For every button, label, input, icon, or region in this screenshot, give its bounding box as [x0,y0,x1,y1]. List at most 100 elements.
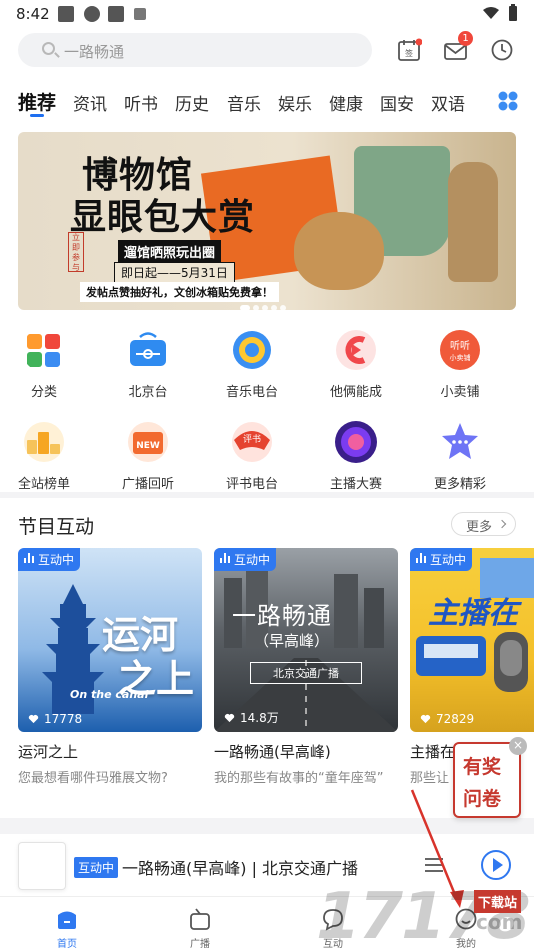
banner-figurine [448,162,498,282]
survey-close-button[interactable]: × [509,737,527,755]
home-icon [58,911,76,929]
player-live-tag: 互动中 [74,857,119,878]
promo-banner[interactable]: 博物馆 显眼包大赏 立即参与 遛馆晒照玩出圈 即日起——5月31日 发帖点赞抽好… [18,132,516,310]
card-art-line2: （早高峰） [254,632,330,650]
tab-music[interactable]: 音乐 [227,90,261,115]
like-count: 14.8万 [224,709,279,726]
program-card-host[interactable]: 主播在 互动中 72829 [410,548,534,732]
grid-item-host-contest[interactable]: 主播大赛 [304,420,408,500]
like-count: 17778 [28,712,82,726]
section-divider [0,492,534,498]
heart-icon [224,714,235,723]
watermark-domain: com [476,910,523,934]
app-notification-icon [108,6,124,22]
heart-icon [420,715,431,724]
pagination-dot [262,305,268,310]
more-button[interactable]: 更多 [451,512,516,536]
grid-item-label: 更多精彩 [433,477,486,492]
section-title: 节目互动 [18,516,95,538]
history-clock-icon[interactable] [489,38,515,62]
tab-recommend[interactable]: 推荐 [18,88,56,115]
card-title[interactable]: 运河之上 [18,741,78,762]
like-count-value: 14.8万 [240,711,279,725]
live-bars-icon [416,553,426,563]
grid-item-music-radio[interactable]: 音乐电台 [200,328,304,408]
channel-menu-icon[interactable] [497,90,519,112]
survey-label-line1: 有奖 [463,756,502,778]
svg-text:NEW: NEW [136,441,160,451]
like-count-value: 17778 [44,712,83,726]
card-art-caption: On the canal [70,688,149,701]
music-radio-icon [233,331,271,369]
grid-item-label: 评书电台 [225,477,278,492]
card-title[interactable]: 主播在 [410,741,455,762]
banner-pottery [294,212,384,290]
pagination-dot [280,305,286,310]
live-bars-icon [24,553,34,563]
tab-bilingual[interactable]: 双语 [431,90,465,115]
search-bar[interactable]: 一路畅通 [18,33,372,67]
more-button-label: 更多 [466,520,493,535]
message-count-badge: 1 [458,31,473,46]
card-art-line1: 一路畅通 [232,602,332,630]
grid-item-more[interactable]: 更多精彩 [408,420,512,500]
grid-item-label: 全站榜单 [17,477,70,492]
tab-entertainment[interactable]: 娱乐 [278,90,312,115]
banner-stamp: 立即参与 [68,232,84,272]
grid-item-label: 主播大赛 [329,477,382,492]
chevron-right-icon [497,519,507,529]
tab-history[interactable]: 历史 [175,90,209,115]
grid-item-couple-show[interactable]: 他俩能成 [304,328,408,408]
sign-in-icon[interactable]: 签 [396,38,422,62]
play-button[interactable] [481,850,511,880]
couple-show-icon [336,330,376,370]
search-icon [42,42,55,55]
player-title[interactable]: 一路畅通(早高峰) | 北京交通广播 [122,855,358,879]
tab-audiobook[interactable]: 听书 [124,90,158,115]
host-contest-illustration [416,558,534,692]
pagination-dot-active [240,305,250,310]
grid-item-category[interactable]: 分类 [0,328,96,408]
nav-broadcast[interactable]: 广播 [160,903,240,950]
svg-text:听听: 听听 [450,340,470,352]
banner-date: 即日起——5月31日 [114,262,235,283]
tab-news[interactable]: 资讯 [73,90,107,115]
grid-item-storytelling[interactable]: 评书 评书电台 [200,420,304,500]
category-tabs: 推荐 资讯 听书 历史 音乐 娱乐 健康 国安 双语 [0,86,534,122]
grid-item-rankings[interactable]: 全站榜单 [0,420,96,500]
notification-icon [58,6,74,22]
program-card-traffic[interactable]: 一路畅通 （早高峰） 北京交通广播 互动中 14.8万 [214,548,398,732]
like-count: 72829 [420,712,474,726]
grid-item-label: 分类 [30,385,57,400]
wifi-icon [483,7,499,19]
svg-text:小卖铺: 小卖铺 [450,353,471,362]
program-card-canal[interactable]: 运河 之上 On the canal 互动中 17778 [18,548,202,732]
like-count-value: 72829 [436,712,475,726]
replay-icon: NEW [128,422,168,462]
player-cover[interactable] [18,842,66,890]
pagination-dot [271,305,277,310]
pagination-dot [253,305,259,310]
card-art-caption: 北京交通广播 [250,662,362,684]
active-tab-indicator [30,114,44,117]
card-title[interactable]: 一路畅通(早高峰) [214,741,331,762]
live-badge-label: 互动中 [234,553,271,567]
grid-item-shop[interactable]: 听听 小卖铺 小卖铺 [408,328,512,408]
svg-text:签: 签 [405,48,413,58]
live-badge-label: 互动中 [430,553,467,567]
tab-guoan[interactable]: 国安 [380,90,414,115]
live-bars-icon [220,553,230,563]
live-badge: 互动中 [410,548,473,571]
banner-pagination [240,296,289,310]
more-icon [442,423,478,459]
app-notification-icon [84,6,100,22]
battery-icon [509,4,517,21]
grid-item-beijing-station[interactable]: 北京台 [96,328,200,408]
shop-icon: 听听 小卖铺 [440,330,480,370]
host-contest-icon [335,421,377,463]
tab-health[interactable]: 健康 [329,90,363,115]
nav-home[interactable]: 首页 [27,903,107,950]
card-description: 您最想看哪件玛雅展文物? [18,771,168,786]
grid-item-replay[interactable]: NEW 广播回听 [96,420,200,500]
live-badge-label: 互动中 [38,553,75,567]
